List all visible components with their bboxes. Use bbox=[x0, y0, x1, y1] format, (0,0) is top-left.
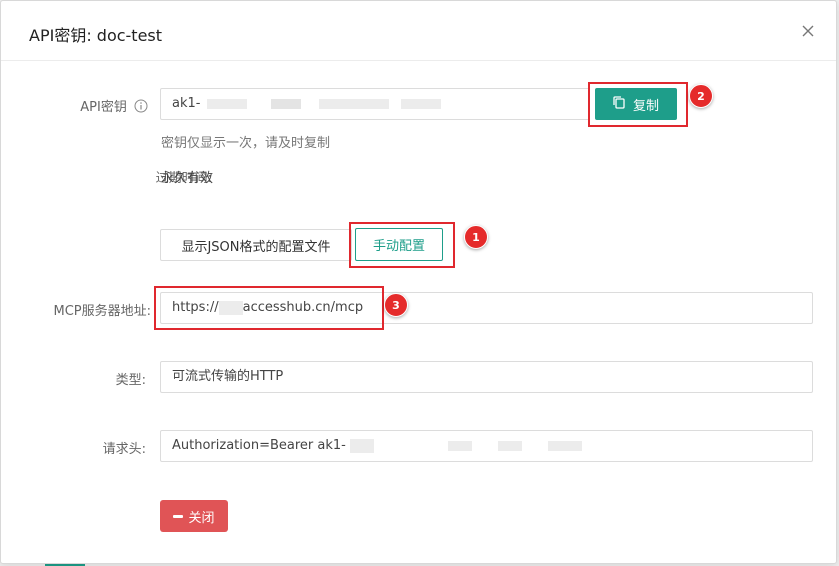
expiry-value: 永久有效 bbox=[161, 171, 214, 186]
tab-show-json-config[interactable]: 显示JSON格式的配置文件 bbox=[160, 229, 352, 261]
info-icon[interactable] bbox=[134, 99, 148, 117]
type-label: 类型: bbox=[115, 373, 146, 388]
step-badge-3: 3 bbox=[384, 293, 408, 317]
close-button[interactable]: 关闭 bbox=[160, 500, 228, 532]
close-label: 关闭 bbox=[188, 510, 215, 526]
masked-segment bbox=[270, 98, 301, 109]
masked-segment bbox=[349, 438, 374, 453]
minus-icon bbox=[173, 514, 184, 518]
api-key-value: ak1- bbox=[172, 96, 201, 111]
headers-field[interactable]: Authorization=Bearer ak1- bbox=[160, 430, 813, 462]
masked-segment bbox=[548, 440, 583, 451]
masked-segment bbox=[401, 98, 442, 109]
modal-title: API密钥: doc-test bbox=[29, 26, 163, 45]
mcp-server-label: MCP服务器地址: bbox=[53, 304, 151, 319]
highlight-box-mcp bbox=[154, 286, 384, 330]
step-badge-2: 2 bbox=[689, 84, 713, 108]
masked-segment bbox=[448, 440, 473, 451]
api-key-label: API密钥 bbox=[80, 100, 127, 115]
close-icon[interactable] bbox=[800, 23, 816, 39]
step-badge-1: 1 bbox=[464, 225, 488, 249]
masked-segment bbox=[318, 98, 389, 109]
modal-header: API密钥: doc-test bbox=[1, 1, 836, 61]
api-key-label-wrap: API密钥 bbox=[80, 96, 148, 117]
headers-value: Authorization=Bearer ak1- bbox=[172, 438, 346, 453]
headers-label: 请求头: bbox=[102, 442, 146, 457]
api-key-modal: API密钥: doc-test API密钥 ak1- 复制 2 密钥仅显示一次，… bbox=[0, 0, 837, 564]
highlight-box-copy bbox=[588, 82, 688, 127]
type-field[interactable]: 可流式传输的HTTP bbox=[160, 361, 813, 393]
api-key-hint: 密钥仅显示一次，请及时复制 bbox=[161, 136, 331, 151]
api-key-field[interactable]: ak1- bbox=[160, 88, 590, 120]
masked-segment bbox=[498, 440, 523, 451]
highlight-box-manual bbox=[349, 222, 455, 268]
masked-segment bbox=[206, 98, 247, 109]
